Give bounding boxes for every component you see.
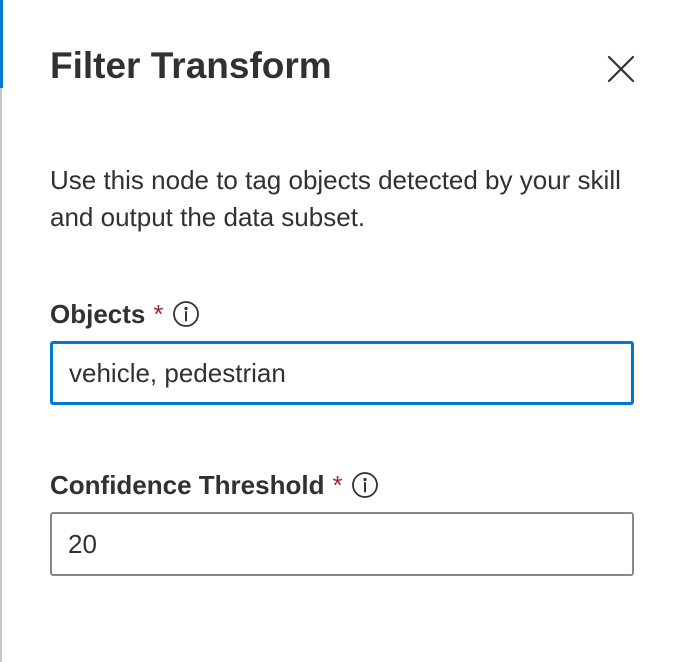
panel-left-edge: [0, 0, 2, 662]
info-icon[interactable]: [172, 300, 200, 328]
objects-input[interactable]: [50, 341, 634, 405]
confidence-threshold-label-text: Confidence Threshold: [50, 470, 325, 500]
objects-label: Objects *: [50, 297, 200, 331]
panel-title: Filter Transform: [50, 45, 332, 86]
info-icon[interactable]: [351, 471, 379, 499]
close-button[interactable]: [598, 46, 644, 92]
panel-edge-accent: [0, 0, 3, 88]
confidence-threshold-input[interactable]: [50, 512, 634, 576]
panel-description: Use this node to tag objects detected by…: [50, 165, 621, 232]
objects-label-text: Objects: [50, 299, 146, 329]
required-marker: *: [332, 470, 343, 500]
close-icon: [607, 55, 635, 83]
confidence-threshold-label: Confidence Threshold *: [50, 468, 379, 502]
required-marker: *: [153, 299, 164, 329]
